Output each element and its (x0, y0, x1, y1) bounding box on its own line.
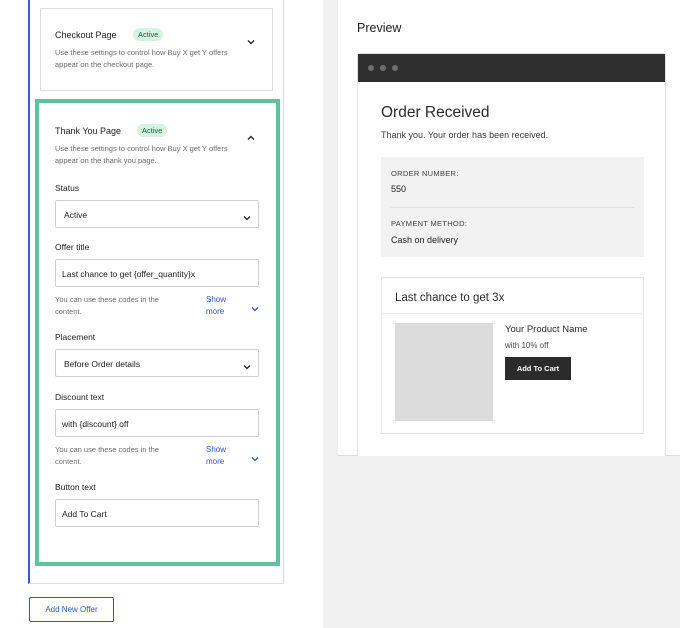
window-dot-icon (380, 65, 386, 71)
status-select-value: Active (64, 210, 88, 220)
browser-mockup: Order Received Thank you. Your order has… (357, 53, 666, 456)
thankyou-card-description: Use these settings to control how Buy X … (55, 144, 228, 165)
payment-method-label: PAYMENT METHOD: (391, 219, 468, 228)
add-to-cart-button[interactable]: Add To Cart (505, 357, 571, 380)
discount-help-text: You can use these codes in the content. (55, 445, 159, 466)
discount-text-input[interactable]: with {discount} off (55, 409, 259, 437)
checkout-status-badge: Active (133, 28, 164, 41)
chevron-down-icon (242, 359, 252, 370)
preview-column: Preview Order Received Thank you. Your o… (323, 0, 680, 628)
checkout-card-title: Checkout Page (55, 30, 117, 40)
product-name: Your Product Name (505, 324, 588, 335)
button-text-label: Button text (55, 482, 96, 492)
button-text-input[interactable]: Add To Cart (55, 499, 259, 527)
settings-column: Checkout Page Active Use these settings … (0, 0, 310, 628)
preview-panel: Preview Order Received Thank you. Your o… (338, 0, 680, 456)
chevron-down-icon[interactable] (250, 301, 260, 312)
window-dot-icon (392, 65, 398, 71)
order-details-divider (391, 207, 634, 208)
discount-show-more-link[interactable]: Show more (206, 444, 246, 468)
placement-select-value: Before Order details (64, 359, 141, 369)
product-image-placeholder (395, 323, 493, 421)
offer-title-help-text: You can use these codes in the content. (55, 295, 159, 316)
placement-label: Placement (55, 332, 96, 342)
preview-heading: Preview (357, 21, 402, 35)
button-text-input-value: Add To Cart (62, 509, 107, 519)
order-details-box: ORDER NUMBER: 550 PAYMENT METHOD: Cash o… (381, 157, 644, 257)
chevron-down-icon (242, 210, 252, 221)
checkout-card-description: Use these settings to control how Buy X … (55, 48, 228, 69)
product-discount-text: with 10% off (505, 341, 549, 350)
discount-text-label: Discount text (55, 392, 105, 402)
offer-title-input[interactable]: Last chance to get {offer_quantity}x (55, 259, 259, 287)
order-received-title: Order Received (381, 104, 490, 121)
order-received-subtitle: Thank you. Your order has been received. (381, 130, 549, 140)
page: Checkout Page Active Use these settings … (0, 0, 680, 628)
discount-text-input-value: with {discount} off (62, 419, 129, 429)
offer-divider (382, 313, 643, 314)
thankyou-status-badge: Active (137, 124, 168, 137)
window-dot-icon (368, 65, 374, 71)
offer-title-show-more-link[interactable]: Show more (206, 294, 246, 318)
chevron-down-icon[interactable] (246, 37, 256, 47)
offer-preview-title: Last chance to get 3x (395, 292, 505, 304)
chevron-down-icon[interactable] (250, 451, 260, 462)
order-number-label: ORDER NUMBER: (391, 169, 459, 178)
thankyou-page-card: Thank You Page Active Use these settings… (35, 99, 280, 566)
status-label: Status (55, 183, 80, 193)
checkout-page-card[interactable]: Checkout Page Active Use these settings … (40, 8, 273, 91)
offer-preview-box: Last chance to get 3x Your Product Name … (381, 277, 644, 434)
chevron-up-icon[interactable] (246, 133, 256, 143)
add-new-offer-button[interactable]: Add New Offer (29, 597, 114, 622)
offer-title-input-value: Last chance to get {offer_quantity}x (62, 269, 196, 279)
offer-title-label: Offer title (55, 242, 90, 252)
order-number-value: 550 (391, 184, 407, 194)
payment-method-value: Cash on delivery (391, 235, 459, 245)
placement-select[interactable]: Before Order details (55, 349, 259, 377)
browser-title-bar (358, 54, 665, 82)
thankyou-card-title: Thank You Page (55, 126, 122, 136)
status-select[interactable]: Active (55, 200, 259, 228)
